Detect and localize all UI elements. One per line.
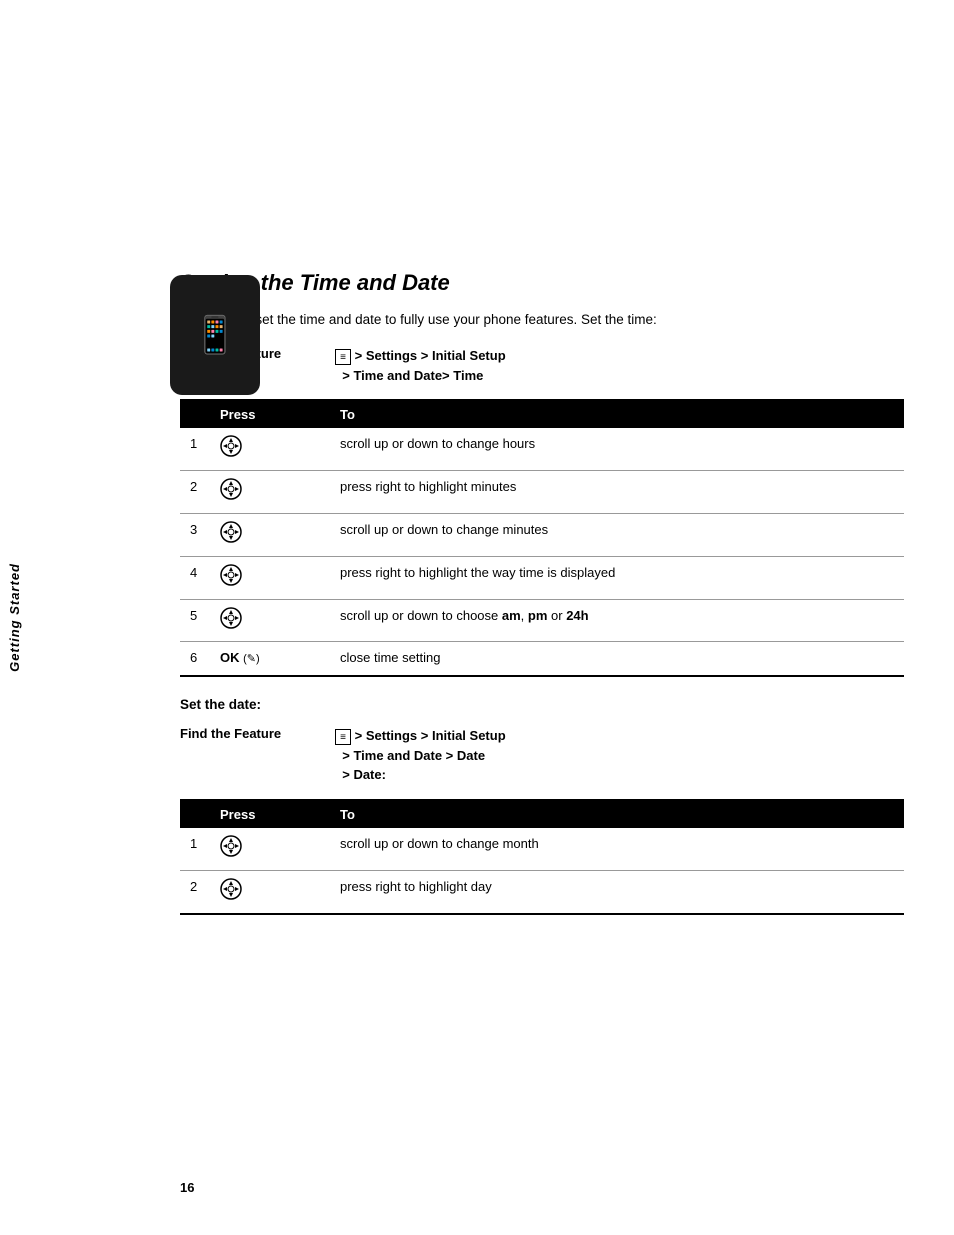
action-cell: scroll up or down to change minutes <box>330 513 904 556</box>
time-col-press-header: Press <box>210 400 330 428</box>
find-feature-time-path: > Settings > Initial Setup > Time and Da… <box>335 348 506 383</box>
find-feature-time-row: Find the Feature ≡ > Settings > Initial … <box>180 346 904 385</box>
find-feature-time-value: ≡ > Settings > Initial Setup > Time and … <box>335 346 506 385</box>
press-cell-ok: OK (✎) <box>210 642 330 676</box>
nav-icon <box>220 564 242 586</box>
ok-key-icon: (✎) <box>243 653 260 665</box>
nav-icon <box>220 435 242 457</box>
press-cell <box>210 556 330 599</box>
nav-icon <box>220 521 242 543</box>
nav-icon <box>220 607 242 629</box>
action-cell: scroll up or down to choose am, pm or 24… <box>330 599 904 642</box>
sidebar-tab: Getting Started <box>0 0 28 1235</box>
find-feature-date-path: > Settings > Initial Setup > Time and Da… <box>335 728 506 782</box>
row-num: 1 <box>180 428 210 470</box>
action-cell: press right to highlight day <box>330 870 904 913</box>
action-cell: close time setting <box>330 642 904 676</box>
table-row: 1 scroll up or down to change month <box>180 828 904 870</box>
row-num: 2 <box>180 471 210 514</box>
table-row: 5 scroll up or down to choose am, pm or … <box>180 599 904 642</box>
row-num: 1 <box>180 828 210 870</box>
action-cell: press right to highlight minutes <box>330 471 904 514</box>
page-number: 16 <box>180 1180 194 1195</box>
phone-icon: 📱 <box>193 314 238 356</box>
row-num: 5 <box>180 599 210 642</box>
find-feature-date-label: Find the Feature <box>180 726 335 741</box>
action-cell: press right to highlight the way time is… <box>330 556 904 599</box>
row-num: 3 <box>180 513 210 556</box>
date-col-to-header: To <box>330 800 904 828</box>
nav-icon <box>220 478 242 500</box>
ok-label: OK <box>220 650 240 665</box>
section-title: Setting the Time and Date <box>180 270 904 296</box>
table-row: 6 OK (✎) close time setting <box>180 642 904 676</box>
date-col-press-header: Press <box>210 800 330 828</box>
table-row: 4 press right to highlight the way time … <box>180 556 904 599</box>
table-row: 2 press right to highlight day <box>180 870 904 913</box>
table-row: 1 scroll up or down to change hours <box>180 428 904 470</box>
nav-icon <box>220 878 242 900</box>
date-col-num-header <box>180 800 210 828</box>
sidebar-label: Getting Started <box>7 563 22 672</box>
action-cell: scroll up or down to change hours <box>330 428 904 470</box>
menu-icon-date: ≡ <box>335 729 351 745</box>
row-num: 6 <box>180 642 210 676</box>
date-table: Press To 1 <box>180 799 904 915</box>
nav-icon <box>220 835 242 857</box>
time-col-to-header: To <box>330 400 904 428</box>
phone-image: 📱 <box>170 275 260 395</box>
menu-icon: ≡ <box>335 349 351 365</box>
press-cell <box>210 428 330 470</box>
row-num: 4 <box>180 556 210 599</box>
main-content: Setting the Time and Date You need to se… <box>180 0 904 1235</box>
row-num: 2 <box>180 870 210 913</box>
press-cell <box>210 471 330 514</box>
table-row: 2 press right to highlight minutes <box>180 471 904 514</box>
set-date-header: Set the date: <box>180 697 904 712</box>
time-table: Press To 1 <box>180 399 904 677</box>
press-cell <box>210 870 330 913</box>
find-feature-date-value: ≡ > Settings > Initial Setup > Time and … <box>335 726 506 785</box>
intro-text: You need to set the time and date to ful… <box>180 310 904 330</box>
table-row: 3 scroll up or down to change minutes <box>180 513 904 556</box>
press-cell <box>210 513 330 556</box>
press-cell <box>210 599 330 642</box>
find-feature-date-row: Find the Feature ≡ > Settings > Initial … <box>180 726 904 785</box>
time-col-num-header <box>180 400 210 428</box>
press-cell <box>210 828 330 870</box>
action-cell: scroll up or down to change month <box>330 828 904 870</box>
